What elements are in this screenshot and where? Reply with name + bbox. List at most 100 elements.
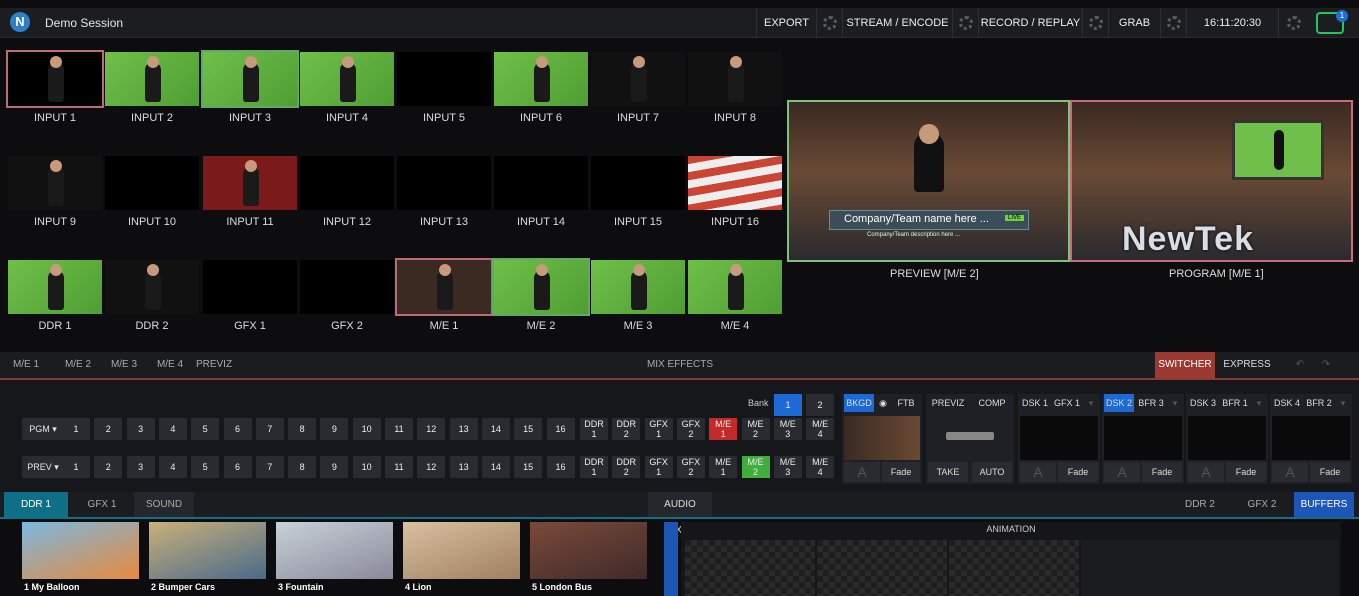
prev-key-me2[interactable]: M/E 2 (741, 456, 770, 478)
take-button[interactable]: TAKE (928, 462, 968, 482)
pgm-key-15[interactable]: 15 (514, 418, 543, 440)
prev-key-13[interactable]: 13 (449, 456, 478, 478)
eye-icon[interactable]: ◉ (876, 394, 890, 412)
preview-monitor[interactable]: Company/Team name here ... LIVE Company/… (787, 100, 1070, 262)
program-monitor[interactable]: NewTek (1070, 100, 1353, 262)
prev-key-1[interactable]: 1 (62, 456, 90, 478)
prev-key-12[interactable]: 12 (417, 456, 446, 478)
dsk4-source-select[interactable]: BFR 2 (1304, 394, 1334, 412)
dsk3-button[interactable]: DSK 3 (1188, 394, 1218, 412)
prev-key-4[interactable]: 4 (158, 456, 187, 478)
monitor-row3-6[interactable] (492, 258, 590, 316)
tab-buffers[interactable]: BUFFERS (1294, 492, 1354, 518)
settings-gear-icon[interactable] (1278, 8, 1308, 38)
prev-key-15[interactable]: 15 (514, 456, 543, 478)
prev-key-11[interactable]: 11 (385, 456, 413, 478)
bkgd-fade-button[interactable]: Fade (882, 462, 920, 482)
bkgd-button[interactable]: BKGD (844, 394, 874, 412)
monitor-row2-7[interactable] (591, 156, 685, 210)
tab-me-4[interactable]: M/E 4 (148, 352, 192, 378)
dsk1-source-select[interactable]: GFX 1 (1052, 394, 1082, 412)
monitor-row1-1[interactable] (6, 50, 104, 108)
dsk2-button[interactable]: DSK 2 (1104, 394, 1134, 412)
monitor-row3-4[interactable] (300, 260, 394, 314)
prev-key-5[interactable]: 5 (191, 456, 220, 478)
dsk1-button[interactable]: DSK 1 (1020, 394, 1050, 412)
pgm-key-8[interactable]: 8 (288, 418, 317, 440)
prev-key-7[interactable]: 7 (255, 456, 284, 478)
monitor-row1-4[interactable] (300, 52, 394, 106)
monitor-row2-1[interactable] (8, 156, 102, 210)
pgm-key-4[interactable]: 4 (158, 418, 187, 440)
media-thumbnail[interactable] (403, 522, 520, 579)
monitor-row3-3[interactable] (203, 260, 297, 314)
anim-buffer-2[interactable] (817, 540, 947, 596)
anim-buffer-1[interactable] (685, 540, 815, 596)
dsk3-a-icon[interactable]: A (1188, 462, 1224, 482)
auto-button[interactable]: AUTO (972, 462, 1012, 482)
prev-key-ddr2[interactable]: DDR 2 (612, 456, 641, 478)
tab-ddr2[interactable]: DDR 2 (1170, 492, 1230, 518)
monitor-row3-1[interactable] (8, 260, 102, 314)
prev-key-14[interactable]: 14 (481, 456, 510, 478)
undo-icon[interactable]: ↶ (1290, 352, 1310, 378)
pgm-key-6[interactable]: 6 (223, 418, 252, 440)
chevron-down-icon[interactable]: ▾ (1168, 394, 1182, 412)
monitor-row1-3[interactable] (201, 50, 299, 108)
monitor-row1-2[interactable] (105, 52, 199, 106)
prev-key-6[interactable]: 6 (223, 456, 252, 478)
tab-ddr1[interactable]: DDR 1 (4, 492, 68, 518)
prev-key-me4[interactable]: M/E 4 (806, 456, 835, 478)
grab-button[interactable]: GRAB (1108, 8, 1160, 38)
monitor-row3-7[interactable] (591, 260, 685, 314)
chevron-down-icon[interactable]: ▾ (1084, 394, 1098, 412)
comp-button[interactable]: COMP (974, 394, 1010, 412)
dsk3-source-select[interactable]: BFR 1 (1220, 394, 1250, 412)
pgm-key-me1[interactable]: M/E 1 (709, 418, 738, 440)
prev-key-ddr1[interactable]: DDR 1 (580, 456, 608, 478)
dsk2-fade-button[interactable]: Fade (1142, 462, 1182, 482)
media-thumbnail[interactable] (149, 522, 266, 579)
prev-key-gfx2[interactable]: GFX 2 (676, 456, 705, 478)
t-bar-slider[interactable] (946, 432, 994, 440)
record-replay-button[interactable]: RECORD / REPLAY (978, 8, 1082, 38)
anim-empty-slots[interactable] (1081, 540, 1339, 596)
monitor-row2-3[interactable] (203, 156, 297, 210)
anim-buffer-3[interactable] (949, 540, 1079, 596)
pgm-key-2[interactable]: 2 (94, 418, 123, 440)
bkgd-a-icon[interactable]: A (844, 462, 880, 482)
tab-me-1[interactable]: M/E 1 (4, 352, 48, 378)
dsk4-fade-button[interactable]: Fade (1310, 462, 1350, 482)
monitor-row1-5[interactable] (397, 52, 491, 106)
pgm-key-7[interactable]: 7 (255, 418, 284, 440)
monitor-row2-5[interactable] (397, 156, 491, 210)
prev-key-8[interactable]: 8 (288, 456, 317, 478)
pgm-key-gfx1[interactable]: GFX 1 (644, 418, 673, 440)
pgm-key-me4[interactable]: M/E 4 (806, 418, 835, 440)
tab-me-2[interactable]: M/E 2 (56, 352, 100, 378)
record-gear-icon[interactable] (1082, 8, 1108, 38)
pgm-key-14[interactable]: 14 (481, 418, 510, 440)
pgm-key-ddr1[interactable]: DDR 1 (580, 418, 608, 440)
dsk1-a-icon[interactable]: A (1020, 462, 1056, 482)
pgm-key-16[interactable]: 16 (546, 418, 575, 440)
media-thumbnail[interactable] (530, 522, 647, 579)
monitor-row3-5[interactable] (395, 258, 493, 316)
monitor-row2-4[interactable] (300, 156, 394, 210)
prev-key-me3[interactable]: M/E 3 (773, 456, 802, 478)
monitor-row1-8[interactable] (688, 52, 782, 106)
redo-icon[interactable]: ↷ (1316, 352, 1336, 378)
bank-2-button[interactable]: 2 (806, 394, 834, 416)
ftb-button[interactable]: FTB (892, 394, 920, 412)
prev-row-select[interactable]: PREV ▾ (22, 456, 64, 478)
tab-switcher[interactable]: SWITCHER (1155, 352, 1215, 378)
tab-gfx2[interactable]: GFX 2 (1232, 492, 1292, 518)
pgm-key-me3[interactable]: M/E 3 (773, 418, 802, 440)
monitor-row2-6[interactable] (494, 156, 588, 210)
prev-key-gfx1[interactable]: GFX 1 (644, 456, 673, 478)
stream-gear-icon[interactable] (952, 8, 978, 38)
pgm-key-1[interactable]: 1 (62, 418, 90, 440)
previz-button[interactable]: PREVIZ (928, 394, 968, 412)
media-scrollbar[interactable] (664, 522, 678, 596)
monitor-row1-7[interactable] (591, 52, 685, 106)
